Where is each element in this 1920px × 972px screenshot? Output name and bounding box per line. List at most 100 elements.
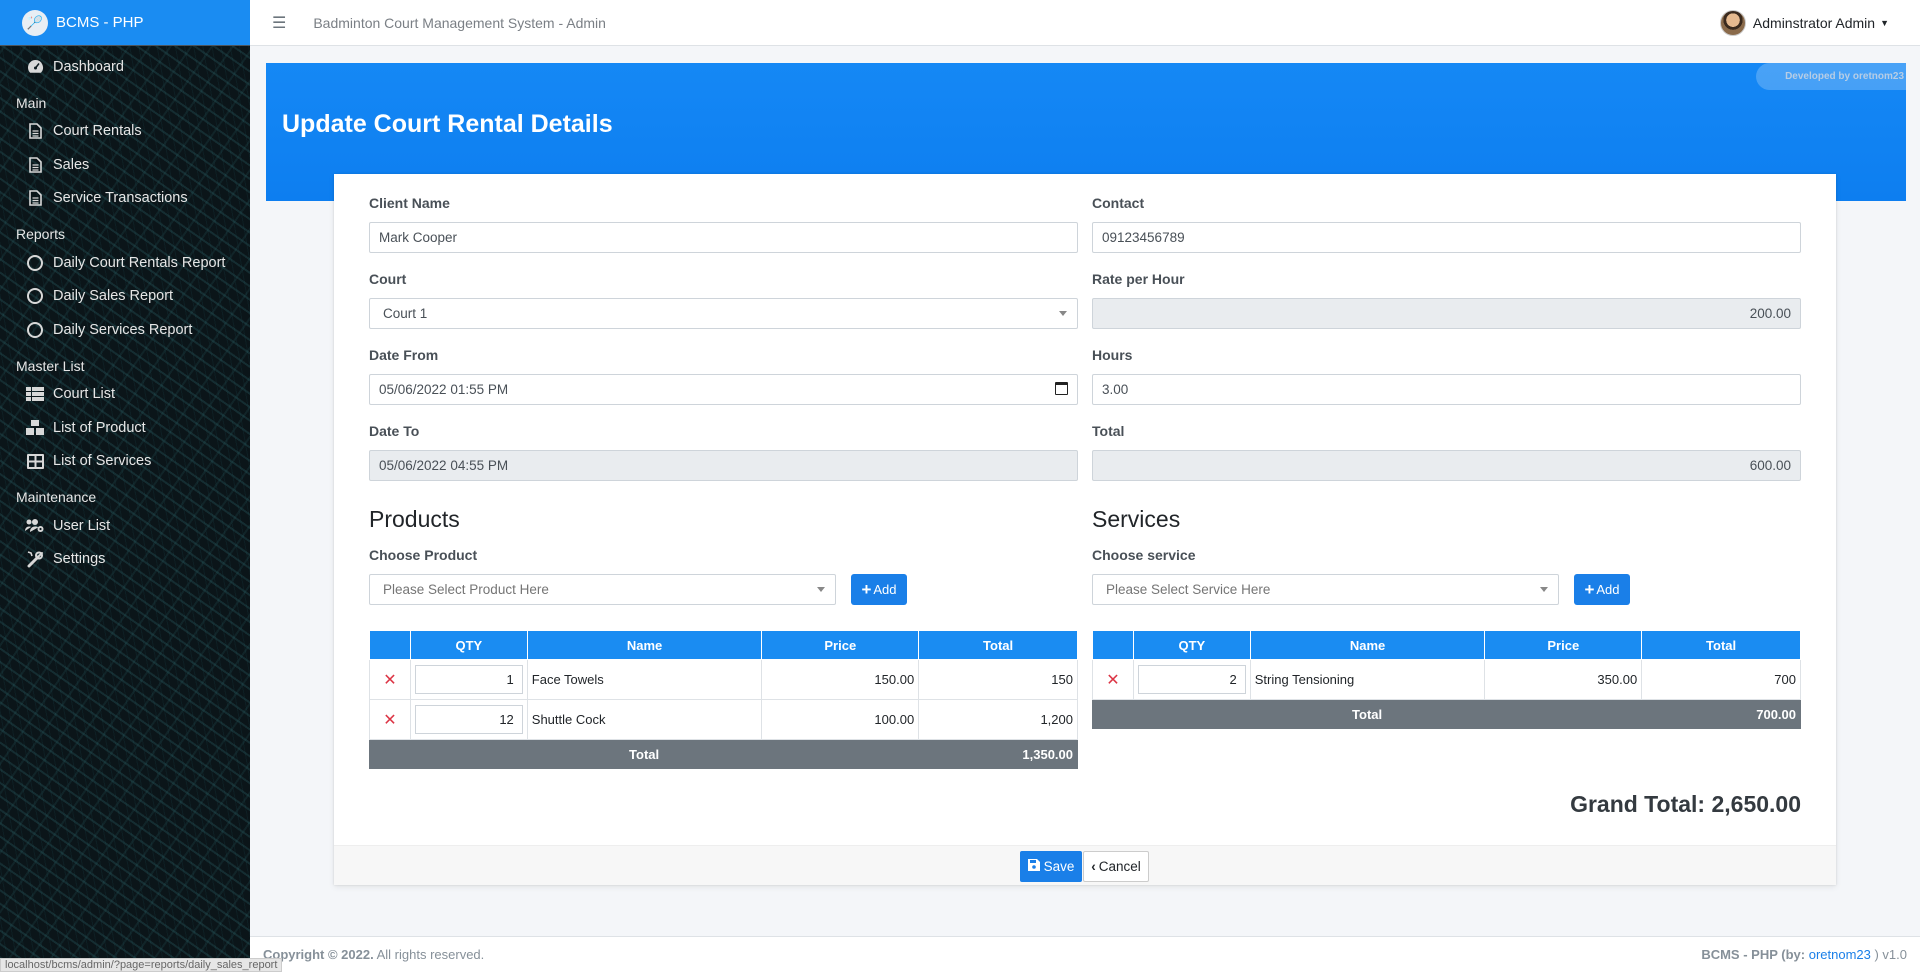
save-label: Save [1043,859,1075,874]
sidebar-item-list-of-services[interactable]: List of Services [0,445,250,479]
products-title: Products [369,506,460,532]
sidebar-item-label: Daily Sales Report [53,288,174,305]
date-to-input[interactable]: 05/06/2022 04:55 PM [369,450,1078,481]
service-select[interactable]: Please Select Service Here [1092,574,1559,605]
date-from-input[interactable]: 05/06/2022 01:55 PM [369,374,1078,405]
rate-label: Rate per Hour [1092,271,1185,287]
copyright-text: Copyright © 2022. All rights reserved. [263,947,484,962]
brand-link[interactable]: 🏸 BCMS - PHP [0,0,250,46]
plus-icon: + [1584,579,1595,599]
tachometer-icon [24,59,46,74]
grand-total: Grand Total: 2,650.00 [1570,791,1801,817]
rate-input[interactable]: 200.00 [1092,298,1801,329]
sidebar-item-daily-court-rentals-report[interactable]: Daily Court Rentals Report [0,246,250,280]
plus-icon: + [861,579,872,599]
products-table: QTY Name Price Total ✕ 1 Face Towels 150… [368,630,1078,769]
table-row: ✕ 12 Shuttle Cock 100.00 1,200 [369,699,1078,740]
hours-label: Hours [1092,347,1133,363]
table-row: ✕ 1 Face Towels 150.00 150 [369,659,1078,700]
sidebar-item-label: Sales [53,156,90,173]
sidebar: 🏸 BCMS - PHP Dashboard Main Court Rental… [0,0,250,972]
product-select[interactable]: Please Select Product Here [369,574,836,605]
sidebar-nav: Dashboard Main Court Rentals Sales Servi… [0,46,250,576]
user-menu[interactable]: Adminstrator Admin ▼ [1719,10,1889,36]
date-from-label: Date From [369,347,439,363]
table-header-qty: QTY [1132,630,1251,660]
chevron-down-icon [1540,587,1548,592]
chevron-left-icon: ‹ [1091,859,1096,874]
sidebar-header-maintenance: Maintenance [16,489,97,505]
badminton-logo-icon: 🏸 [22,9,48,36]
sidebar-item-user-list[interactable]: User List [0,509,250,543]
remove-icon[interactable]: ✕ [369,659,411,700]
chevron-down-icon [1059,311,1067,316]
products-total-value: 1,350.00 [918,739,1078,769]
sidebar-item-service-transactions[interactable]: Service Transactions [0,182,250,216]
sidebar-item-settings[interactable]: Settings [0,543,250,577]
remove-icon[interactable]: ✕ [1092,659,1134,700]
remove-icon[interactable]: ✕ [369,699,411,740]
sidebar-item-daily-services-report[interactable]: Daily Services Report [0,313,250,347]
tools-icon [24,550,46,568]
choose-product-label: Choose Product [369,547,478,563]
footer-suffix: ) v1.0 [1870,947,1907,962]
qty-input[interactable]: 2 [1137,665,1246,694]
item-name: Shuttle Cock [526,699,763,740]
table-header-row: QTY Name Price Total [1092,630,1801,660]
save-button[interactable]: Save [1020,851,1082,882]
add-product-label: Add [873,582,897,597]
services-table: QTY Name Price Total ✕ 2 String Tensioni… [1091,630,1801,729]
item-price: 350.00 [1484,659,1643,700]
add-service-button[interactable]: + Add [1574,574,1630,605]
boxes-icon [24,420,46,436]
table-row: ✕ 2 String Tensioning 350.00 700 [1092,659,1801,700]
chevron-down-icon [817,587,825,592]
add-service-label: Add [1596,582,1620,597]
rental-form-card: Client Name Mark Cooper Court Court 1 Da… [334,174,1836,885]
qty-input[interactable]: 12 [414,705,523,734]
th-list-icon [24,387,46,402]
total-input[interactable]: 600.00 [1092,450,1801,481]
item-total: 150 [918,659,1078,700]
table-total-row: Total 700.00 [1091,699,1801,729]
sidebar-item-label: Service Transactions [53,190,188,207]
sidebar-item-label: Court Rentals [53,123,142,140]
sidebar-header-master-list: Master List [16,357,85,374]
court-select[interactable]: Court 1 [369,298,1078,329]
table-total-row: Total 1,350.00 [368,739,1078,769]
item-total: 700 [1641,659,1801,700]
contact-input[interactable]: 09123456789 [1092,222,1801,253]
choose-service-label: Choose service [1092,547,1196,563]
client-name-input[interactable]: Mark Cooper [369,222,1078,253]
qty-input[interactable]: 1 [414,665,523,694]
browser-status-url: localhost/bcms/admin/?page=reports/daily… [0,958,283,972]
service-select-placeholder: Please Select Service Here [1106,582,1271,597]
sidebar-item-sales[interactable]: Sales [0,148,250,182]
sidebar-item-label: Daily Services Report [53,321,193,338]
sidebar-item-daily-sales-report[interactable]: Daily Sales Report [0,280,250,314]
page-footer: Copyright © 2022. All rights reserved. B… [250,936,1920,972]
add-product-button[interactable]: + Add [851,574,907,605]
table-header-name: Name [1249,630,1486,660]
sidebar-item-dashboard[interactable]: Dashboard [0,50,250,84]
cancel-label: Cancel [1098,859,1141,874]
hamburger-menu-icon[interactable]: ☰ [272,13,286,33]
sidebar-item-label: Settings [53,551,106,568]
date-from-value: 05/06/2022 01:55 PM [379,382,509,397]
users-cog-icon [24,518,46,533]
calendar-icon[interactable] [1055,382,1068,395]
sidebar-item-list-of-product[interactable]: List of Product [0,411,250,445]
table-header-name: Name [526,630,763,660]
author-link[interactable]: oretnom23 [1809,947,1871,962]
item-total: 1,200 [918,699,1078,740]
item-price: 100.00 [761,699,920,740]
total-label: Total [1092,423,1125,439]
sidebar-item-court-list[interactable]: Court List [0,378,250,412]
circle-icon [24,321,46,338]
cancel-button[interactable]: ‹ Cancel [1083,851,1149,882]
sidebar-item-court-rentals[interactable]: Court Rentals [0,115,250,149]
hours-input[interactable]: 3.00 [1092,374,1801,405]
total-row-label: Total [368,739,920,769]
services-total-value: 700.00 [1641,699,1801,729]
court-label: Court [369,271,407,287]
